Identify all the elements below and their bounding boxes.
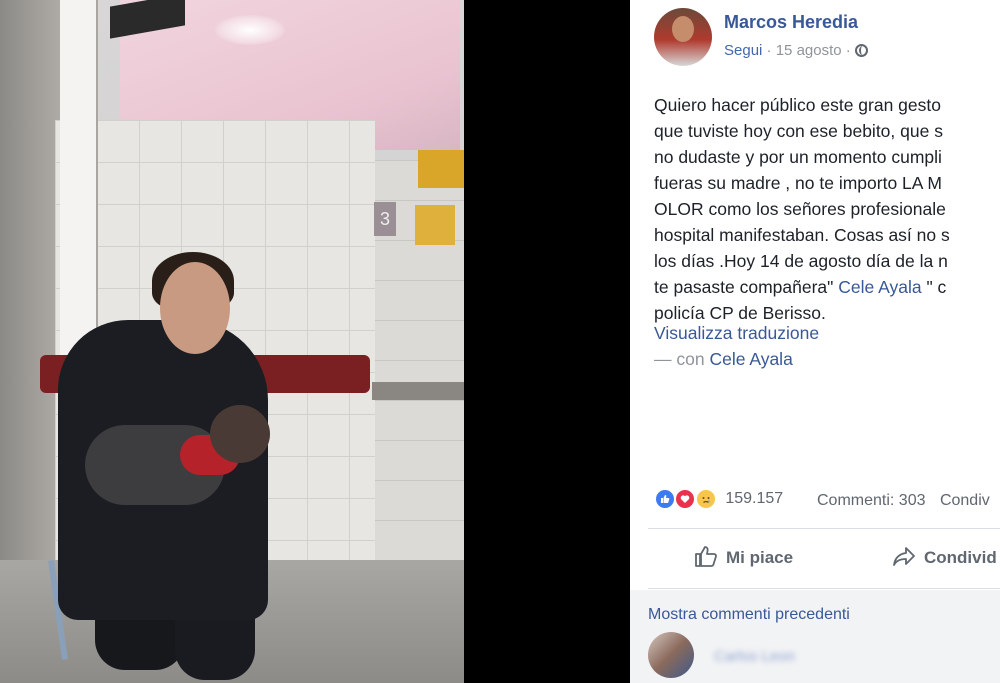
like-button-label: Mi piace (726, 548, 794, 567)
author-avatar[interactable] (654, 8, 712, 66)
photo-sign-consultorio (418, 150, 464, 188)
photo-sign-yellow (415, 205, 455, 245)
globe-icon[interactable] (854, 44, 868, 57)
like-reaction-icon (654, 488, 676, 510)
tagged-person-link[interactable]: Cele Ayala (709, 349, 792, 369)
tagged-with: — con Cele Ayala (654, 349, 793, 370)
thumbs-up-icon (695, 546, 717, 567)
photo-officer-head (160, 262, 230, 354)
author-name[interactable]: Marcos Heredia (724, 12, 858, 33)
with-prefix: — con (654, 349, 705, 369)
photo-baby-head (210, 405, 270, 463)
post-body-line: que tuviste hoy con ese bebito, que s (654, 121, 943, 141)
post-meta: Segui · 15 agosto · (724, 42, 868, 59)
meta-separator: · (766, 42, 776, 59)
show-previous-comments-link[interactable]: Mostra commenti precedenti (648, 606, 850, 624)
post-body: Quiero hacer público este gran gesto que… (654, 92, 1000, 326)
post-photo[interactable]: 3 (0, 0, 464, 683)
commenter-name[interactable]: Carlos Leon (714, 648, 795, 665)
photo-ceiling-light (215, 15, 285, 45)
post-body-line: te pasaste compañera" Cele Ayala " c (654, 274, 1000, 300)
reactions-summary[interactable]: 159.157 (654, 488, 783, 514)
like-button[interactable]: Mi piace (694, 545, 793, 568)
follow-button[interactable]: Segui (724, 42, 762, 59)
post-body-line: fueras su madre , no te importo LA M (654, 173, 942, 193)
translate-link[interactable]: Visualizza traduzione (654, 323, 819, 344)
comments-count-label: Commenti: 303 (817, 492, 926, 509)
reactions-count: 159.157 (725, 490, 784, 507)
post-body-line: no dudaste y por un momento cumpli (654, 147, 942, 167)
shares-count-label: Condiv (939, 492, 990, 509)
sad-reaction-icon (694, 488, 717, 510)
post-panel: Marcos Heredia Segui · 15 agosto · Quier… (630, 0, 1000, 683)
post-body-line: hospital manifestaban. Cosas así no s (654, 225, 950, 245)
post-body-line: Quiero hacer público este gran gesto (654, 95, 941, 115)
love-reaction-icon (674, 488, 697, 510)
share-button[interactable]: Condivid (892, 545, 997, 568)
meta-separator: · (845, 42, 855, 59)
post-body-text: " c (921, 277, 947, 297)
divider (648, 528, 1000, 529)
share-arrow-icon (893, 547, 915, 566)
post-date[interactable]: 15 agosto (776, 42, 842, 59)
divider (648, 588, 1000, 589)
photo-wall-rail-right (372, 382, 464, 400)
comments-section: Mostra commenti precedenti Carlos Leon (630, 590, 1000, 683)
tag-link-cele-ayala[interactable]: Cele Ayala (838, 277, 921, 297)
share-button-label: Condivid (924, 548, 997, 567)
comments-count[interactable]: Commenti: 303 Condiv (817, 492, 990, 510)
photo-room-number: 3 (374, 202, 396, 236)
post-body-line: OLOR como los señores profesionale (654, 199, 946, 219)
post-body-text: te pasaste compañera" (654, 277, 839, 297)
post-body-line: los días .Hoy 14 de agosto día de la n (654, 251, 948, 271)
commenter-avatar[interactable] (648, 632, 694, 678)
